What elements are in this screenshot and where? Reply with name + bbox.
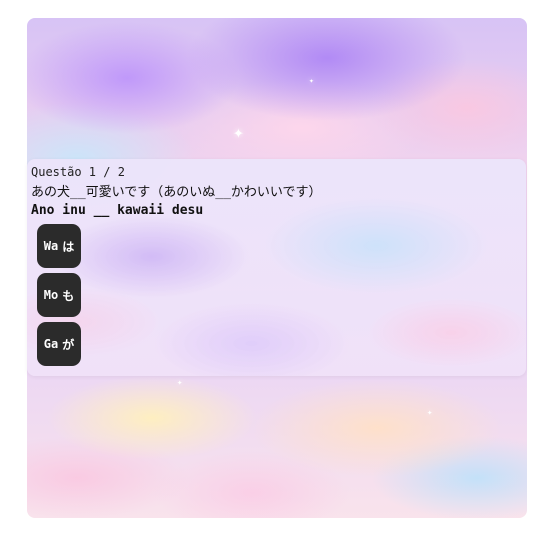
sparkle-icon: ✦ (427, 408, 433, 418)
sparkle-icon: ✦ (233, 122, 244, 143)
sparkle-icon: ✦ (177, 378, 183, 388)
option-romaji: Mo (43, 288, 59, 302)
option-kana: が (62, 337, 75, 352)
question-romaji: Ano inu __ kawaii desu (31, 203, 204, 218)
answer-option-mo[interactable]: Mo も (37, 273, 81, 317)
sparkle-icon: ✦ (309, 76, 314, 85)
option-kana: も (62, 288, 75, 303)
answer-option-ga[interactable]: Ga が (37, 322, 81, 366)
answer-option-wa[interactable]: Wa は (37, 224, 81, 268)
question-japanese: あの犬__可愛いです（あのいぬ__かわいいです） (31, 185, 322, 200)
option-romaji: Wa (43, 239, 59, 253)
option-romaji: Ga (43, 337, 59, 351)
question-counter: Questão 1 / 2 (31, 165, 125, 179)
option-kana: は (62, 239, 75, 254)
quiz-card: Questão 1 / 2 あの犬__可愛いです（あのいぬ__かわいいです） A… (27, 159, 526, 376)
